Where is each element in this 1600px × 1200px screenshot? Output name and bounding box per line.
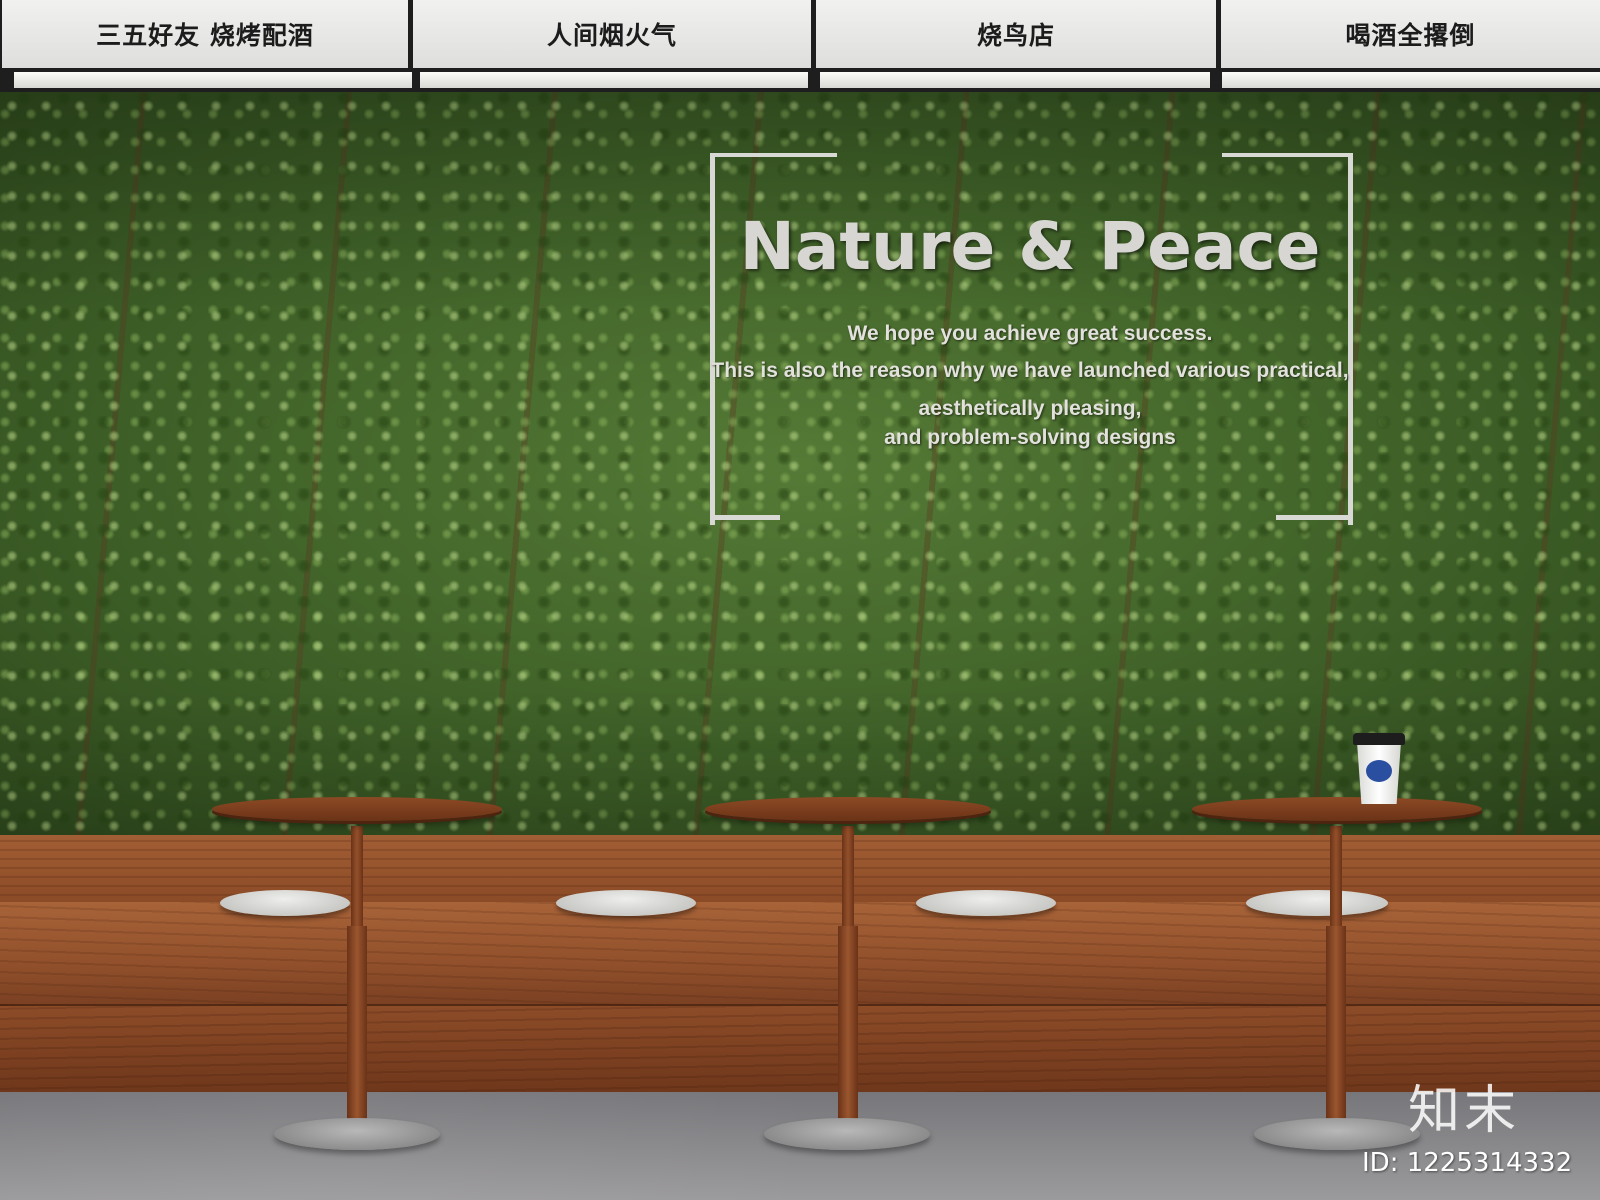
wooden-bench-seat	[0, 902, 1600, 1006]
wall-sign-line-2: This is also the reason why we have laun…	[711, 359, 1349, 382]
table-stem	[842, 826, 854, 926]
sign-panel-1: 三五好友 烧烤配酒	[2, 0, 408, 68]
seat-cushion[interactable]	[1246, 890, 1388, 916]
round-wooden-table[interactable]	[705, 797, 991, 821]
wall-sign-title: Nature & Peace	[739, 208, 1321, 285]
table-stem	[1330, 826, 1342, 926]
seat-cushion[interactable]	[220, 890, 350, 916]
table-leg	[838, 926, 858, 1136]
table-stem	[351, 826, 363, 926]
wall-sign-line-3: aesthetically pleasing,	[918, 397, 1142, 420]
round-wooden-table[interactable]	[1192, 797, 1482, 821]
watermark-id: ID: 1225314332	[1362, 1148, 1573, 1178]
sign-panel-2: 人间烟火气	[413, 0, 811, 68]
seat-cushion[interactable]	[916, 890, 1056, 916]
table-base	[1254, 1118, 1420, 1150]
sign-panel-4: 喝酒全撂倒	[1221, 0, 1600, 68]
light-strip	[14, 72, 412, 88]
table-base	[764, 1118, 930, 1150]
cup-logo-icon	[1366, 760, 1392, 782]
table-base	[274, 1118, 440, 1150]
light-strip	[1222, 72, 1600, 88]
signboard: 三五好友 烧烤配酒 人间烟火气 烧鸟店 喝酒全撂倒	[0, 0, 1600, 92]
light-strip	[820, 72, 1210, 88]
wooden-bench-front	[0, 1006, 1600, 1092]
light-strip	[420, 72, 808, 88]
sign-frame-bottom-left	[710, 515, 780, 520]
table-leg	[347, 926, 367, 1136]
wall-sign-line-1: We hope you achieve great success.	[847, 322, 1213, 345]
seat-cushion[interactable]	[556, 890, 696, 916]
table-leg	[1326, 926, 1346, 1136]
watermark-logo: 知末	[1408, 1081, 1521, 1141]
sign-frame-bottom-right	[1276, 515, 1353, 520]
sign-panel-3: 烧鸟店	[816, 0, 1216, 68]
wall-sign-line-4: and problem-solving designs	[884, 426, 1176, 449]
round-wooden-table[interactable]	[212, 797, 502, 821]
coffee-cup-lid	[1353, 733, 1405, 745]
